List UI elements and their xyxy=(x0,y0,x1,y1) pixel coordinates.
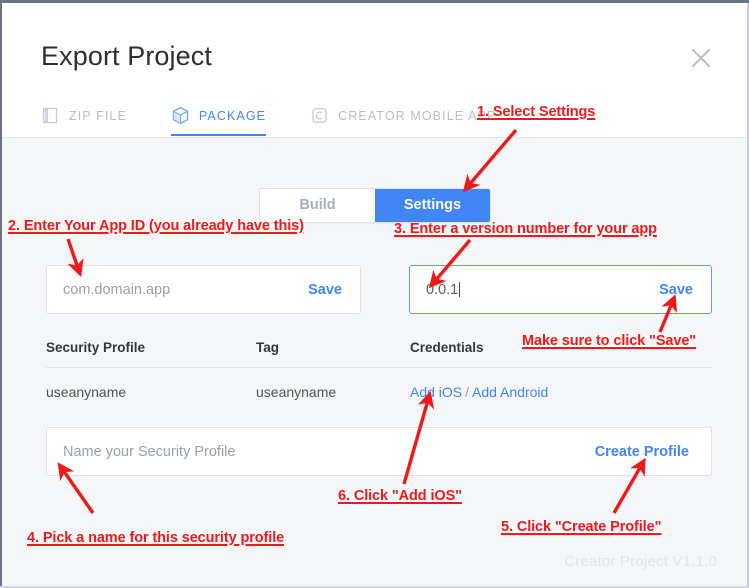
annotation-make-sure-click-save: Make sure to click "Save" xyxy=(522,333,697,349)
page-title: Export Project xyxy=(41,41,212,71)
close-icon[interactable] xyxy=(688,45,714,71)
tab-package[interactable]: PACKAGE xyxy=(170,106,267,136)
tab-creator-mobile-app-label: CREATOR MOBILE APP xyxy=(338,108,497,123)
add-ios-link[interactable]: Add iOS xyxy=(410,384,462,400)
app-id-input-placeholder[interactable]: com.domain.app xyxy=(47,282,170,298)
annotation-4-pick-a-name: 4. Pick a name for this security profile xyxy=(27,530,285,546)
column-header-security-profile: Security Profile xyxy=(46,340,146,355)
security-profiles-table: Security Profile Tag Credentials useanyn… xyxy=(46,340,712,400)
security-profile-name-field[interactable]: Name your Security Profile Create Profil… xyxy=(46,427,712,476)
version-save-button[interactable]: Save xyxy=(659,282,711,298)
annotation-5-click-create-profile: 5. Click "Create Profile" xyxy=(501,519,662,535)
app-id-field[interactable]: com.domain.app Save xyxy=(46,265,361,314)
export-project-dialog: Export Project ZIP FILE PACKAGE CREATOR … xyxy=(0,0,749,588)
app-version-watermark: Creator Project V1.1.0 xyxy=(564,553,717,570)
zip-file-icon xyxy=(41,106,60,125)
credentials-separator: / xyxy=(465,384,470,400)
dialog-header: Export Project ZIP FILE PACKAGE CREATOR … xyxy=(2,3,747,138)
export-tabs: ZIP FILE PACKAGE CREATOR MOBILE APP xyxy=(41,106,540,136)
app-id-save-button[interactable]: Save xyxy=(308,282,360,298)
tab-active-underline xyxy=(170,134,267,136)
settings-tab-button[interactable]: Settings xyxy=(375,189,490,222)
table-row: useanyname useanyname Add iOS / Add Androi… xyxy=(46,368,712,400)
annotation-6-click-add-ios: 6. Click "Add iOS" xyxy=(338,488,462,504)
annotation-2-enter-app-id: 2. Enter Your App ID (you already have t… xyxy=(8,218,304,234)
tab-zip-file-label: ZIP FILE xyxy=(69,108,127,123)
create-profile-button[interactable]: Create Profile xyxy=(595,444,711,460)
tab-package-label: PACKAGE xyxy=(198,108,267,123)
cell-credentials: Add iOS / Add Android xyxy=(410,384,710,400)
annotation-3-enter-version: 3. Enter a version number for your app xyxy=(394,221,657,237)
security-profile-name-placeholder[interactable]: Name your Security Profile xyxy=(47,444,235,460)
text-caret xyxy=(459,281,461,297)
tab-creator-mobile-app[interactable]: CREATOR MOBILE APP xyxy=(310,106,496,136)
version-field[interactable]: 0.0.1 Save xyxy=(409,265,712,314)
add-android-link[interactable]: Add Android xyxy=(472,384,548,400)
version-input-value[interactable]: 0.0.1 xyxy=(410,281,461,298)
cell-tag: useanyname xyxy=(256,384,337,400)
package-cube-icon xyxy=(171,106,190,125)
mobile-app-icon xyxy=(310,106,329,125)
tab-zip-file[interactable]: ZIP FILE xyxy=(41,106,127,136)
column-header-tag: Tag xyxy=(256,340,279,355)
annotation-1-select-settings: 1. Select Settings xyxy=(477,104,596,120)
cell-security-profile: useanyname xyxy=(46,384,127,400)
